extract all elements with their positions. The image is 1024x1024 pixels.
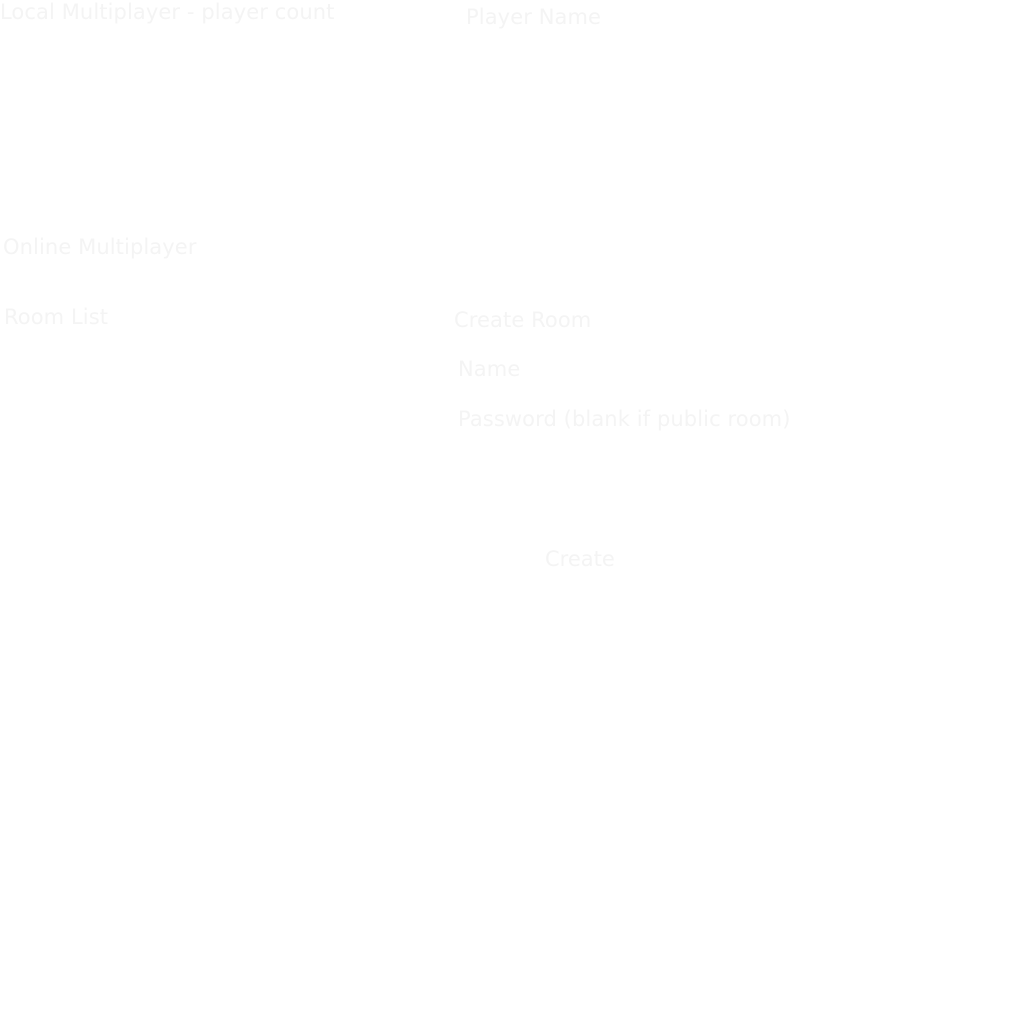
player-name-label: Player Name	[466, 5, 602, 29]
player-count-selector[interactable]	[0, 40, 350, 190]
room-password-label: Password (blank if public room)	[458, 407, 791, 431]
room-list[interactable]	[0, 340, 430, 1000]
room-name-label: Name	[458, 357, 521, 381]
local-multiplayer-heading: Local Multiplayer - player count	[0, 0, 335, 24]
player-name-input[interactable]	[466, 40, 766, 76]
create-room-heading: Create Room	[454, 308, 592, 332]
room-list-label: Room List	[4, 305, 109, 329]
online-multiplayer-heading: Online Multiplayer	[3, 235, 197, 259]
create-room-button[interactable]: Create	[545, 549, 615, 570]
room-password-input[interactable]	[458, 438, 808, 518]
